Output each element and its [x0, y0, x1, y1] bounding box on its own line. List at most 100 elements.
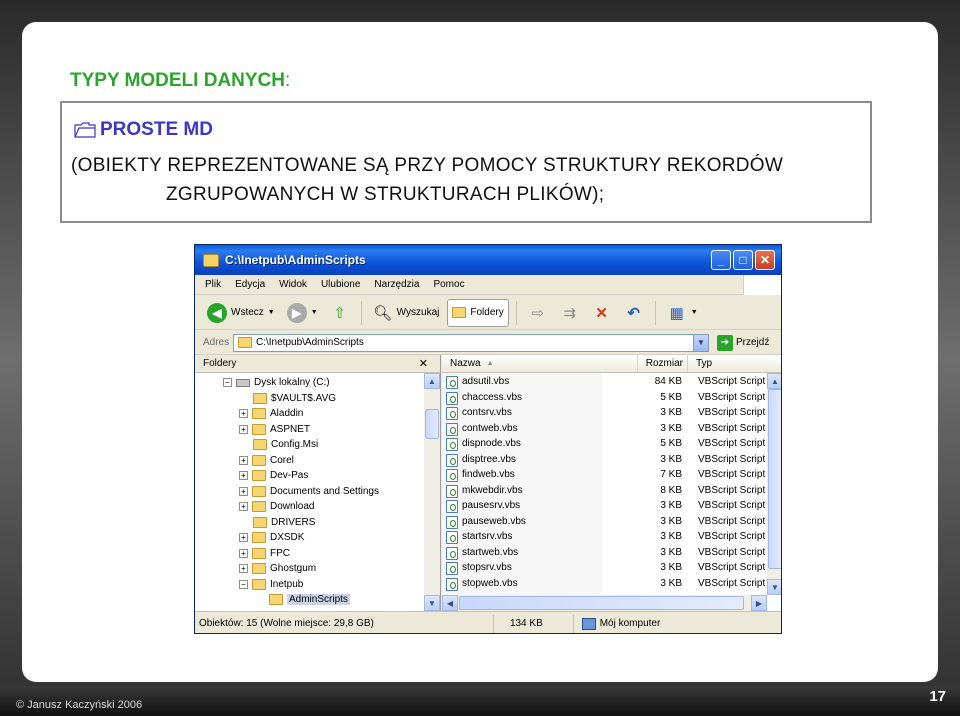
tree-item[interactable]: Config.Msi [253, 437, 318, 453]
menu-edycja[interactable]: Edycja [235, 279, 265, 290]
menu-ulubione[interactable]: Ulubione [321, 279, 360, 290]
tree-item[interactable]: − Inetpub [239, 577, 303, 593]
table-row[interactable]: findweb.vbs 7 KB VBScript Script [442, 468, 767, 484]
column-header-size[interactable]: Rozmiar [638, 355, 688, 372]
expand-toggle[interactable]: + [239, 471, 248, 481]
column-header-name[interactable]: Nazwa ▲ [442, 355, 638, 372]
minimize-button[interactable]: _ [711, 250, 731, 270]
tree-item[interactable]: − Dysk lokalny (C:) [223, 375, 330, 391]
file-list-horizontal-scrollbar[interactable]: ◀ ▶ [442, 595, 767, 611]
file-name: pausesrv.vbs [462, 500, 521, 511]
tree-item[interactable]: + FPC [239, 546, 290, 562]
search-button[interactable]: 🔍︎ Wyszukaj [369, 299, 444, 327]
hard-drive-icon [236, 378, 250, 387]
table-row[interactable]: stopweb.vbs 3 KB VBScript Script [442, 577, 767, 593]
delete-icon: ✕ [595, 304, 608, 322]
chevron-down-icon[interactable]: ▼ [691, 309, 698, 316]
file-size: 5 KB [660, 438, 682, 449]
folders-button[interactable]: Foldery [447, 298, 509, 327]
expand-toggle[interactable]: + [239, 486, 248, 496]
tree-item[interactable]: + Corel [239, 453, 294, 469]
file-list-scrollbar[interactable]: ▲ ▼ [767, 373, 781, 595]
scroll-up-button[interactable]: ▲ [767, 373, 781, 389]
file-type: VBScript Script [698, 546, 766, 558]
file-name: dispnode.vbs [462, 438, 521, 449]
collapse-toggle[interactable]: − [223, 378, 232, 388]
slide-title-text: TYPY MODELI DANYCH [70, 70, 286, 91]
tree-item-label: Config.Msi [271, 439, 319, 451]
delete-button[interactable]: ✕ [588, 299, 616, 327]
table-row[interactable]: pausesrv.vbs 3 KB VBScript Script [442, 499, 767, 515]
folder-icon [252, 547, 266, 559]
menu-plik[interactable]: Plik [205, 279, 221, 290]
folders-button-label: Foldery [470, 307, 504, 318]
table-row[interactable]: contsrv.vbs 3 KB VBScript Script [442, 406, 767, 422]
table-row[interactable]: disptree.vbs 3 KB VBScript Script [442, 453, 767, 469]
folder-tree: − Dysk lokalny (C:) $VAULT$.AVG + Aladdi… [195, 373, 425, 611]
tree-item[interactable]: DRIVERS [253, 515, 315, 531]
scroll-down-button[interactable]: ▼ [424, 595, 440, 611]
menu-widok[interactable]: Widok [279, 279, 307, 290]
table-row[interactable]: startsrv.vbs 3 KB VBScript Script [442, 530, 767, 546]
copy-to-button[interactable]: ⇉ [556, 299, 584, 327]
folder-pane-scrollbar[interactable]: ▲ ▼ [424, 373, 440, 611]
tree-item[interactable]: + Download [239, 499, 314, 515]
expand-toggle[interactable]: + [239, 424, 248, 434]
tree-item[interactable]: + Ghostgum [239, 561, 316, 577]
expand-toggle[interactable]: + [239, 502, 248, 512]
tree-item[interactable]: + Aladdin [239, 406, 303, 422]
tree-item[interactable]: $VAULT$.AVG [253, 391, 336, 407]
menu-pomoc[interactable]: Pomoc [433, 279, 464, 290]
up-button[interactable]: ⇧ [326, 299, 354, 327]
chevron-down-icon[interactable]: ▼ [693, 334, 708, 351]
tree-item-selected[interactable]: AdminScripts [269, 592, 350, 608]
folder-up-icon: ⇧ [333, 304, 346, 322]
expand-toggle[interactable]: + [239, 548, 248, 558]
expand-toggle[interactable]: + [239, 564, 248, 574]
table-row[interactable]: adsutil.vbs 84 KB VBScript Script [442, 375, 767, 391]
close-icon[interactable]: ✕ [419, 357, 428, 370]
expand-toggle[interactable]: + [239, 409, 248, 419]
table-row[interactable]: pauseweb.vbs 3 KB VBScript Script [442, 515, 767, 531]
tree-item[interactable]: + Documents and Settings [239, 484, 379, 500]
table-row[interactable]: dispnode.vbs 5 KB VBScript Script [442, 437, 767, 453]
column-header-type[interactable]: Typ [688, 355, 781, 372]
toolbar-separator [515, 300, 517, 325]
tree-item-label: Corel [270, 454, 294, 466]
scroll-down-button[interactable]: ▼ [767, 579, 781, 595]
table-row[interactable]: mkwebdir.vbs 8 KB VBScript Script [442, 484, 767, 500]
undo-button[interactable]: ↶ [620, 299, 648, 327]
scroll-up-button[interactable]: ▲ [424, 373, 440, 389]
collapse-toggle[interactable]: − [239, 579, 248, 589]
scroll-right-button[interactable]: ▶ [751, 595, 767, 611]
table-row[interactable]: chaccess.vbs 5 KB VBScript Script [442, 391, 767, 407]
tree-item[interactable]: + Dev-Pas [239, 468, 308, 484]
table-row[interactable]: stopsrv.vbs 3 KB VBScript Script [442, 561, 767, 577]
chevron-down-icon[interactable]: ▼ [311, 309, 318, 316]
tree-item[interactable]: + DXSDK [239, 530, 304, 546]
scroll-left-button[interactable]: ◀ [442, 595, 458, 611]
scroll-thumb[interactable] [459, 596, 744, 610]
forward-button[interactable]: ▶ ▼ [283, 299, 322, 327]
table-row[interactable]: startweb.vbs 3 KB VBScript Script [442, 546, 767, 562]
address-input[interactable]: C:\Inetpub\AdminScripts ▼ [233, 333, 709, 352]
maximize-button[interactable]: □ [733, 250, 753, 270]
search-button-label: Wyszukaj [396, 307, 440, 318]
explorer-window: C:\Inetpub\AdminScripts _ □ ✕ Plik Edycj… [194, 244, 782, 634]
footer-band [0, 686, 960, 716]
tree-item[interactable]: + ASPNET [239, 422, 310, 438]
go-button[interactable]: ➔ Przejdź [717, 334, 769, 351]
back-button[interactable]: ◀ Wstecz ▼ [203, 299, 279, 327]
table-row[interactable]: contweb.vbs 3 KB VBScript Script [442, 422, 767, 438]
views-button[interactable]: ▦ ▼ [663, 299, 702, 327]
scroll-thumb[interactable] [425, 409, 439, 439]
tree-item-label: FPC [270, 547, 290, 559]
move-to-button[interactable]: ⇨ [524, 299, 552, 327]
close-button[interactable]: ✕ [755, 250, 775, 270]
title-bar[interactable]: C:\Inetpub\AdminScripts _ □ ✕ [195, 245, 781, 275]
menu-narzedzia[interactable]: Narzędzia [374, 279, 419, 290]
chevron-down-icon[interactable]: ▼ [268, 309, 275, 316]
expand-toggle[interactable]: + [239, 533, 248, 543]
scroll-thumb[interactable] [768, 389, 781, 569]
expand-toggle[interactable]: + [239, 455, 248, 465]
